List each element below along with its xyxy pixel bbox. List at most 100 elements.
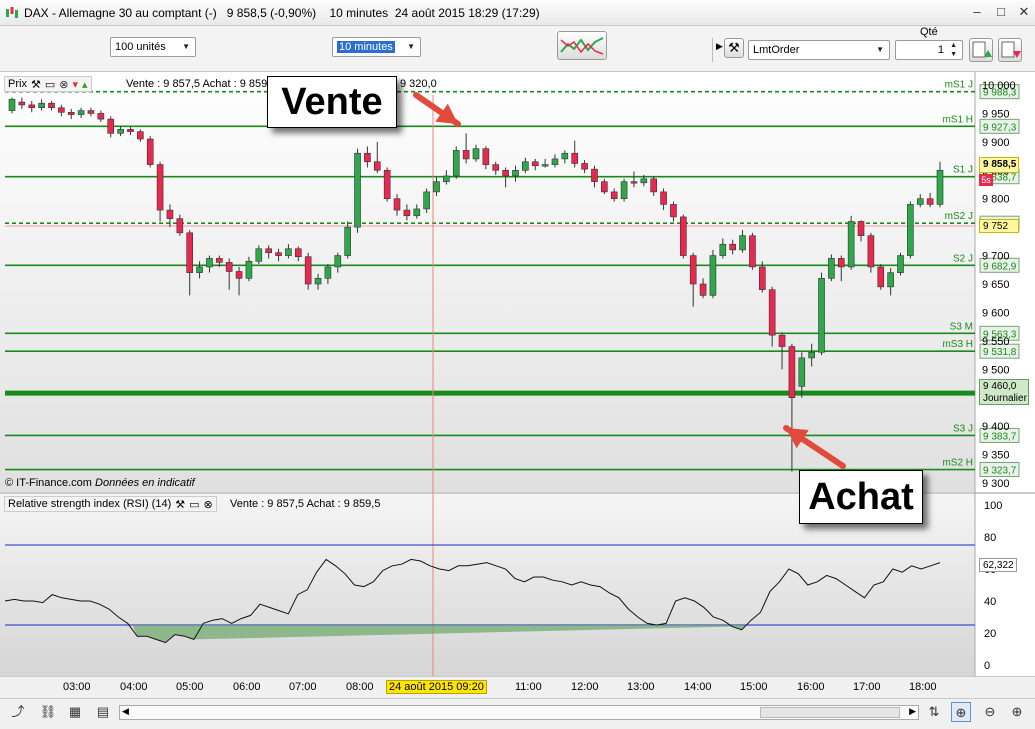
time-tick-label: 11:00 [515, 681, 542, 693]
candle-body [591, 168, 598, 182]
price-tick-label: 9 550 [982, 336, 1010, 348]
current-price-tag: 9 858,5 [979, 157, 1019, 173]
candle-body [67, 111, 75, 115]
move-down-icon[interactable]: ▾ [72, 78, 78, 91]
price-tick-label: 9 500 [982, 364, 1010, 376]
zoom-out-icon[interactable]: ⊖ [980, 702, 1000, 722]
support-level-value: 9 531,8 [983, 347, 1017, 358]
candle-body [680, 216, 687, 256]
candle-body [235, 271, 243, 279]
candle-body [828, 258, 835, 279]
candle-body [107, 118, 115, 134]
wrench-icon[interactable]: ⚒ [175, 498, 185, 511]
qty-stepper[interactable]: 1 ▲ ▼ [895, 40, 963, 60]
disclaimer-text: Données en indicatif [95, 477, 195, 489]
support-level-name: S3 M [950, 321, 973, 332]
time-tick-label: 18:00 [909, 681, 937, 693]
sell-button[interactable] [998, 38, 1022, 62]
candle-body [837, 258, 845, 268]
buy-button[interactable] [969, 38, 993, 62]
candle-body [581, 163, 588, 170]
sell-order-icon [1001, 41, 1021, 58]
candle-body [758, 266, 766, 290]
time-tick-label: 12:00 [571, 681, 599, 693]
candle-body [196, 266, 203, 273]
trend-arrow-icon[interactable]: ⤴ [8, 702, 28, 722]
collapse-arrow-icon[interactable]: ▶ [716, 41, 723, 52]
candle-body [423, 191, 430, 210]
candle-body [571, 152, 579, 164]
support-level-name: mS1 J [945, 80, 973, 91]
candle-body [255, 248, 263, 262]
wrench-icon[interactable]: ⚒ [31, 78, 41, 91]
stepper-arrows-icon[interactable]: ▲ ▼ [950, 41, 957, 59]
wrench-icon[interactable]: ⚒ [724, 38, 744, 58]
time-scrollbar[interactable]: ◀ ▶ [119, 705, 919, 720]
candle-body [778, 334, 786, 347]
support-level-name: S3 J [953, 423, 973, 434]
zoom-area-icon[interactable]: ⊕ [951, 702, 971, 722]
candle-body [699, 283, 707, 296]
time-tick-label: 13:00 [627, 681, 655, 693]
zoom-in-icon[interactable]: ⊕ [1007, 702, 1027, 722]
close-panel-icon[interactable]: ⊗ [59, 78, 68, 91]
price-tick-label: 9 900 [982, 137, 1010, 149]
candle-body [660, 191, 667, 205]
interval-select[interactable]: 10 minutes ▼ [332, 37, 421, 57]
candle-body [186, 232, 194, 273]
indicator-icon[interactable]: ▤ [93, 702, 113, 722]
candle-body [522, 161, 529, 171]
support-level-value: 9 682,9 [983, 261, 1017, 272]
time-tick-label: 14:00 [684, 681, 712, 693]
chart-area[interactable]: mS1 J9 988,3 mS1 H9 927,3 S1 J9 838,7 mS2 J… [0, 72, 1035, 696]
separator [712, 38, 713, 62]
chevron-down-icon: ▼ [876, 45, 884, 54]
cursor-price-tag: 9 752 [979, 219, 1019, 233]
cursor-time-label: 24 août 2015 09:20 [386, 680, 487, 694]
candle-body [146, 138, 154, 165]
maximize-button[interactable]: □ [990, 4, 1012, 20]
close-button[interactable]: ✕ [1013, 4, 1035, 20]
move-up-icon[interactable]: ▴ [82, 78, 88, 91]
price-tick-label: 9 350 [982, 450, 1010, 462]
candle-body [38, 102, 45, 109]
candle-body [285, 248, 292, 256]
grid-icon[interactable]: ▦ [65, 702, 85, 722]
scroll-thumb[interactable] [760, 707, 900, 718]
window-icon[interactable]: ▭ [45, 78, 55, 91]
price-tick-label: 9 300 [982, 478, 1010, 490]
rsi-tick-label: 0 [984, 660, 990, 672]
candle-body [907, 204, 914, 256]
candle-body [867, 235, 875, 268]
price-tick-label: 9 650 [982, 279, 1010, 291]
price-chart-svg[interactable]: mS1 J9 988,3mS1 H9 927,3S1 J9 838,7mS2 J… [0, 72, 1035, 696]
candle-body [275, 252, 282, 256]
candle-body [304, 256, 312, 285]
candle-body [314, 278, 322, 285]
order-type-select[interactable]: LmtOrder ▼ [748, 40, 890, 60]
units-select[interactable]: 100 unités ▼ [110, 37, 196, 57]
candle-body [926, 198, 934, 205]
window-icon[interactable]: ▭ [189, 498, 199, 511]
candle-body [166, 209, 174, 219]
candle-body [28, 104, 36, 109]
candle-body [620, 181, 628, 200]
candle-body [610, 191, 618, 200]
minimize-button[interactable]: – [966, 4, 988, 20]
strategy-button[interactable] [557, 31, 607, 60]
scroll-right-icon[interactable]: ▶ [909, 706, 916, 717]
close-panel-icon[interactable]: ⊗ [204, 498, 213, 511]
candle-body [117, 129, 124, 134]
copyright-text: © IT-Finance.com [5, 477, 92, 489]
candle-body [324, 266, 332, 279]
candle-body [916, 198, 924, 205]
candle-body [492, 164, 500, 171]
scroll-left-icon[interactable]: ◀ [122, 706, 129, 717]
candle-body [127, 129, 134, 132]
support-level-name: mS1 H [942, 114, 973, 125]
autoscale-icon[interactable]: ⇅ [924, 702, 944, 722]
candle-body [452, 150, 460, 177]
time-tick-label: 15:00 [740, 681, 768, 693]
candle-body [265, 248, 272, 254]
link-icon[interactable]: ⛓ [38, 702, 58, 722]
